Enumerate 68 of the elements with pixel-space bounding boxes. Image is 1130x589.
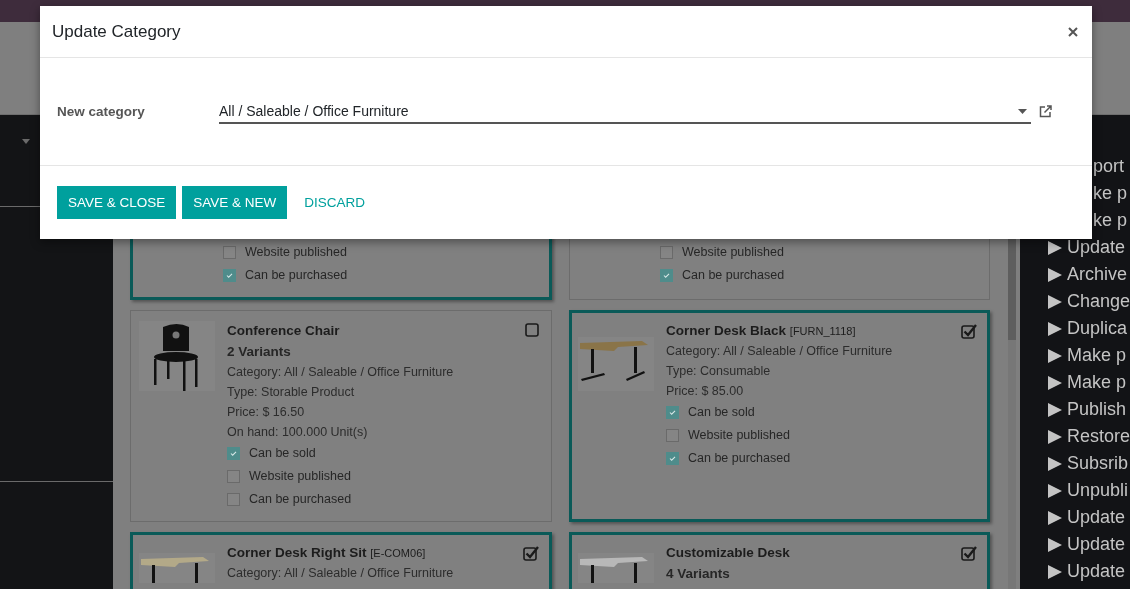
triangle-icon — [1047, 347, 1063, 364]
action-item[interactable]: Restore — [1066, 426, 1130, 447]
checked-checkbox[interactable] — [523, 545, 539, 561]
action-item[interactable]: Archive — [1067, 264, 1128, 285]
product-card[interactable]: Customizable Desk 4 Variants — [569, 532, 990, 589]
checkbox[interactable] — [525, 321, 541, 337]
checkbox-label: Can be purchased — [249, 491, 352, 508]
action-item[interactable]: ke p — [1093, 210, 1128, 231]
triangle-icon — [1047, 401, 1063, 418]
checkbox-label: Website published — [249, 468, 351, 485]
product-detail: Type: Consumable — [666, 363, 772, 380]
triangle-icon — [1047, 536, 1063, 553]
action-item[interactable]: port — [1093, 156, 1125, 177]
action-item[interactable]: Publish — [1067, 399, 1127, 420]
caret-icon[interactable] — [22, 139, 30, 144]
variants-count: 2 Variants — [227, 343, 292, 361]
checkbox-label: Website published — [688, 427, 790, 444]
product-detail: Category: All / Saleable / Office Furniture — [227, 565, 454, 582]
triangle-icon — [1047, 428, 1063, 445]
variants-count: 4 Variants — [666, 565, 731, 583]
checkbox-label: Can be sold — [249, 445, 316, 462]
action-item[interactable]: Update — [1067, 534, 1126, 555]
action-item[interactable]: Subsrib — [1067, 453, 1129, 474]
product-card[interactable]: Corner Desk Black [FURN_1118] Category: All / Saleable / Office Furniture Type: Consumable Price: $ 85.00 Can be sold Website published Can be purchased — [569, 310, 990, 522]
action-item[interactable]: Update — [1067, 507, 1126, 528]
action-item[interactable]: Duplica — [1067, 318, 1128, 339]
triangle-icon — [1047, 239, 1063, 256]
dropdown-caret-icon[interactable] — [1018, 109, 1027, 114]
dialog-title: Update Category — [52, 21, 182, 42]
product-name: Conference Chair — [227, 322, 341, 340]
product-detail: Type: Storable Product — [227, 384, 356, 401]
category-field[interactable]: All / Saleable / Office Furniture — [219, 99, 1031, 124]
product-detail: Price: $ 85.00 — [666, 383, 745, 400]
action-item[interactable]: Make p — [1067, 372, 1127, 393]
action-item[interactable]: Change — [1066, 291, 1130, 312]
checkbox-label: Website published — [245, 244, 347, 261]
checkbox-label: Can be purchased — [245, 267, 348, 284]
product-name: Customizable Desk — [666, 544, 790, 562]
action-item[interactable]: Update — [1067, 237, 1126, 258]
triangle-icon — [1047, 293, 1063, 310]
checkbox-label: Can be sold — [688, 404, 755, 421]
action-item[interactable]: Update — [1067, 561, 1126, 582]
triangle-icon — [1047, 509, 1063, 526]
triangle-icon — [1047, 266, 1063, 283]
product-detail: Category: All / Saleable / Office Furniture — [666, 343, 893, 360]
checked-checkbox[interactable] — [961, 545, 977, 561]
product-name: Corner Desk Black [FURN_1118] — [666, 322, 857, 340]
product-detail: Price: $ 16.50 — [227, 404, 306, 421]
checked-checkbox[interactable] — [961, 323, 977, 339]
product-card[interactable]: Corner Desk Right Sit [E-COM06] Category: All / Saleable / Office Furniture — [130, 532, 552, 589]
triangle-icon — [1047, 320, 1063, 337]
checkbox-label: Can be purchased — [688, 450, 791, 467]
field-label: New category — [57, 104, 146, 119]
action-item[interactable]: Make p — [1067, 345, 1127, 366]
product-name: Corner Desk Right Sit [E-COM06] — [227, 544, 427, 562]
external-link-icon[interactable] — [1039, 105, 1052, 118]
checkbox-label: Can be purchased — [682, 267, 785, 284]
product-detail: On hand: 100.000 Unit(s) — [227, 424, 369, 441]
product-detail: Category: All / Saleable / Office Furniture — [227, 364, 454, 381]
close-icon[interactable] — [1068, 27, 1078, 37]
checkbox-label: Website published — [682, 244, 784, 261]
triangle-icon — [1047, 374, 1063, 391]
triangle-icon — [1047, 563, 1063, 580]
triangle-icon — [1047, 482, 1063, 499]
triangle-icon — [1047, 455, 1063, 472]
product-card[interactable]: Conference Chair 2 Variants Category: All / Saleable / Office Furniture Type: Storable Product Price: $ 16.50 On hand: 100.000 Unit(s) Can be sold Website published Can be purchased — [130, 310, 552, 522]
action-item[interactable]: Unpubli — [1067, 480, 1129, 501]
action-item[interactable]: ke p — [1093, 183, 1128, 204]
